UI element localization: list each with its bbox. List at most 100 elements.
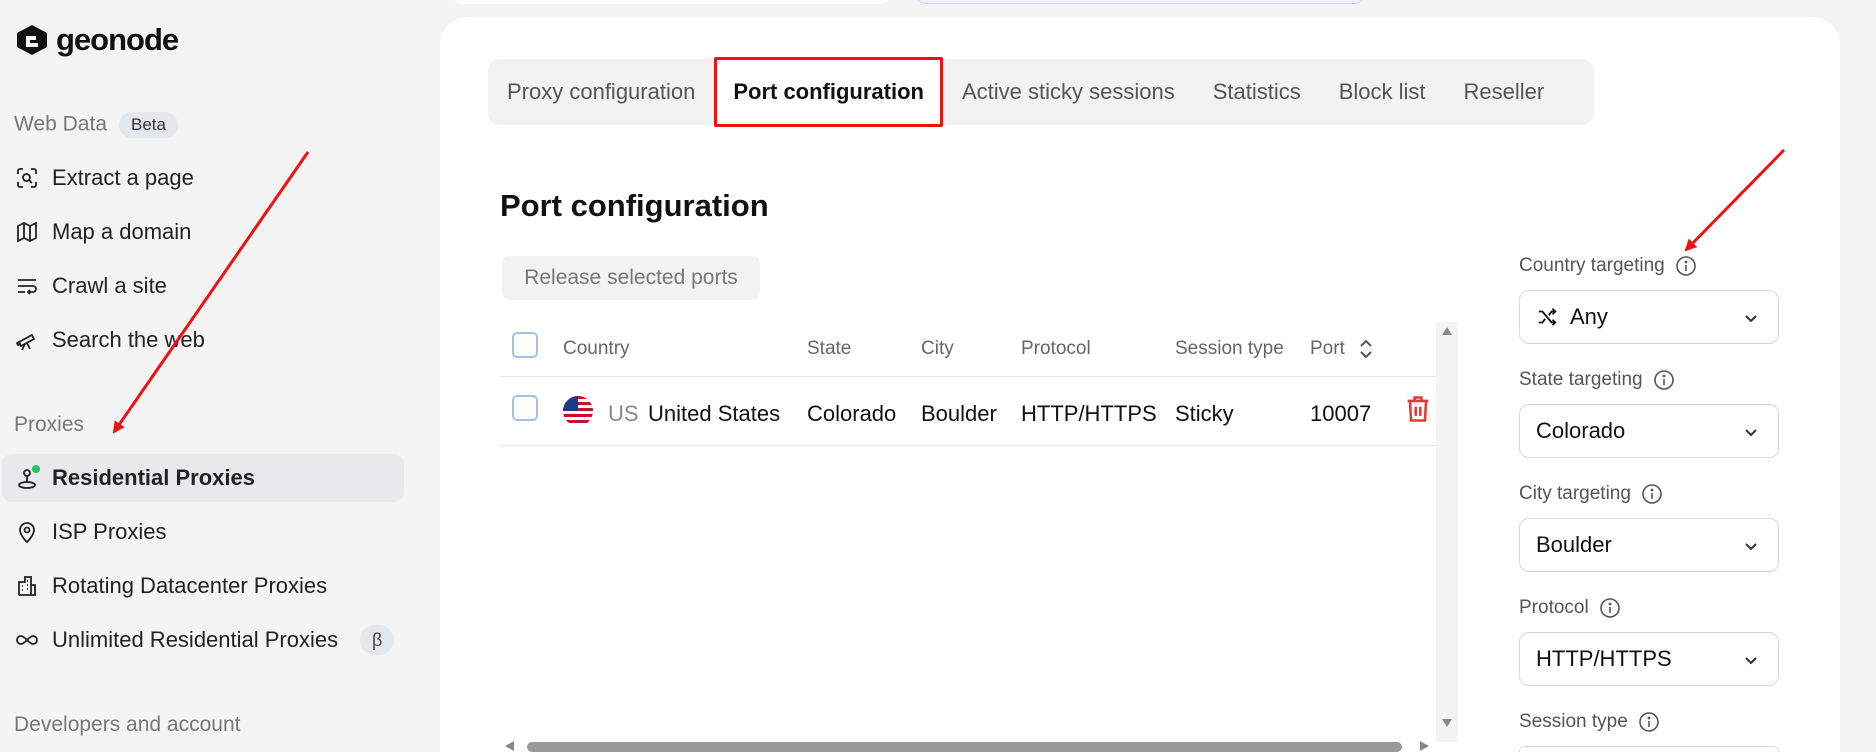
us-flag-icon (563, 396, 593, 426)
developers-section-label: Developers and account (14, 713, 241, 736)
scroll-left-arrow-icon[interactable] (504, 740, 516, 752)
chevron-down-icon (1745, 543, 1757, 551)
sidebar-item-label: ISP Proxies (52, 519, 167, 544)
session-type-select[interactable] (1519, 746, 1779, 752)
shuffle-icon (1538, 308, 1557, 326)
info-icon[interactable] (1599, 597, 1621, 619)
row-checkbox[interactable] (512, 395, 538, 421)
proxies-section-label: Proxies (14, 413, 85, 436)
brand-logo[interactable]: geonode (14, 22, 179, 58)
sidebar-item-map-domain[interactable]: Map a domain (2, 208, 404, 256)
info-icon[interactable] (1641, 483, 1663, 505)
header-protocol[interactable]: Protocol (1021, 338, 1091, 360)
cell-state: Colorado (807, 401, 897, 426)
sidebar-item-label: Residential Proxies (52, 465, 255, 490)
tab-bar: Proxy configuration Port configuration A… (488, 57, 1594, 127)
sidebar-item-label: Map a domain (52, 219, 192, 244)
map-pin-icon (14, 519, 40, 545)
tab-reseller[interactable]: Reseller (1445, 59, 1564, 125)
building-icon (14, 573, 40, 599)
sidebar-item-label: Extract a page (52, 165, 194, 190)
scan-icon (14, 165, 40, 191)
header-port[interactable]: Port (1310, 338, 1345, 360)
protocol-select[interactable]: HTTP/HTTPS (1519, 632, 1779, 686)
web-data-label: Web Data (14, 112, 107, 136)
sort-icon[interactable] (1358, 338, 1374, 360)
state-targeting-label: State targeting (1519, 369, 1675, 391)
location-pin-icon (14, 465, 40, 491)
telescope-icon (14, 327, 40, 353)
protocol-text: Protocol (1519, 597, 1589, 618)
scroll-up-arrow-icon[interactable] (1441, 326, 1453, 336)
cell-city: Boulder (921, 401, 997, 426)
select-all-checkbox[interactable] (512, 332, 538, 358)
tab-proxy-configuration[interactable]: Proxy configuration (488, 59, 714, 125)
table-header: Country State City Protocol Session type… (500, 322, 1436, 376)
brand-name: geonode (56, 22, 179, 57)
tab-statistics[interactable]: Statistics (1194, 59, 1320, 125)
protocol-label: Protocol (1519, 597, 1621, 619)
sidebar-item-residential-proxies[interactable]: Residential Proxies (2, 454, 404, 502)
sidebar-item-unlimited-residential[interactable]: Unlimited Residential Proxies β (2, 616, 404, 664)
session-type-text: Session type (1519, 711, 1628, 732)
sidebar-item-isp-proxies[interactable]: ISP Proxies (2, 508, 404, 556)
state-targeting-value: Colorado (1536, 418, 1626, 443)
release-selected-ports-button[interactable]: Release selected ports (502, 256, 760, 300)
infinity-icon (14, 627, 40, 653)
tab-port-configuration[interactable]: Port configuration (714, 57, 943, 127)
scroll-right-arrow-icon[interactable] (1418, 740, 1430, 752)
scroll-down-arrow-icon[interactable] (1441, 718, 1453, 728)
city-targeting-select[interactable]: Boulder (1519, 518, 1779, 572)
header-state[interactable]: State (807, 338, 851, 360)
beta-badge: Beta (119, 112, 178, 138)
country-targeting-value: Any (1570, 304, 1608, 329)
top-search-pill[interactable] (450, 0, 892, 4)
active-status-dot (32, 465, 40, 473)
chevron-down-icon (1745, 429, 1757, 437)
sidebar: geonode Web Data Beta Extract a page Map … (0, 0, 420, 752)
city-targeting-value: Boulder (1536, 532, 1612, 557)
sidebar-item-label: Search the web (52, 327, 205, 352)
tab-active-sticky-sessions[interactable]: Active sticky sessions (943, 59, 1194, 125)
sidebar-item-label: Rotating Datacenter Proxies (52, 573, 328, 598)
cell-country-code: US (608, 401, 639, 426)
header-city[interactable]: City (921, 338, 954, 360)
cell-port: 10007 (1310, 401, 1372, 426)
city-targeting-label: City targeting (1519, 483, 1663, 505)
map-icon (14, 219, 40, 245)
cell-session-type: Sticky (1175, 401, 1234, 426)
country-targeting-label: Country targeting (1519, 255, 1697, 277)
cell-protocol: HTTP/HTTPS (1021, 401, 1157, 426)
vertical-scrollbar[interactable] (1436, 322, 1458, 742)
delete-trash-icon[interactable] (1404, 394, 1432, 424)
session-type-label: Session type (1519, 711, 1660, 733)
info-icon[interactable] (1638, 711, 1660, 733)
state-targeting-select[interactable]: Colorado (1519, 404, 1779, 458)
country-targeting-text: Country targeting (1519, 255, 1665, 276)
sidebar-item-rotating-datacenter[interactable]: Rotating Datacenter Proxies (2, 562, 404, 610)
city-targeting-text: City targeting (1519, 483, 1631, 504)
geonode-logo-icon (17, 25, 47, 55)
header-session-type[interactable]: Session type (1175, 338, 1284, 360)
state-targeting-text: State targeting (1519, 369, 1643, 390)
country-targeting-select[interactable]: Any (1519, 290, 1779, 344)
sidebar-item-crawl-site[interactable]: Crawl a site (2, 262, 404, 310)
table-row[interactable]: US United States Colorado Boulder HTTP/H… (500, 376, 1436, 446)
top-info-pill[interactable] (914, 0, 1366, 4)
sidebar-item-search-web[interactable]: Search the web (2, 316, 404, 364)
crawl-icon (14, 273, 40, 299)
header-country[interactable]: Country (563, 338, 630, 360)
page-title: Port configuration (500, 188, 769, 223)
sidebar-item-label: Crawl a site (52, 273, 167, 298)
info-icon[interactable] (1675, 255, 1697, 277)
cell-country: United States (648, 401, 781, 426)
tab-block-list[interactable]: Block list (1320, 59, 1445, 125)
sidebar-item-extract-page[interactable]: Extract a page (2, 154, 404, 202)
chevron-down-icon (1745, 657, 1757, 665)
chevron-down-icon (1745, 315, 1757, 323)
info-icon[interactable] (1653, 369, 1675, 391)
web-data-section-label: Web Data Beta (14, 112, 178, 138)
sidebar-item-label: Unlimited Residential Proxies (52, 627, 339, 652)
beta-symbol-badge: β (360, 625, 395, 655)
horizontal-scrollbar-thumb[interactable] (527, 742, 1402, 752)
